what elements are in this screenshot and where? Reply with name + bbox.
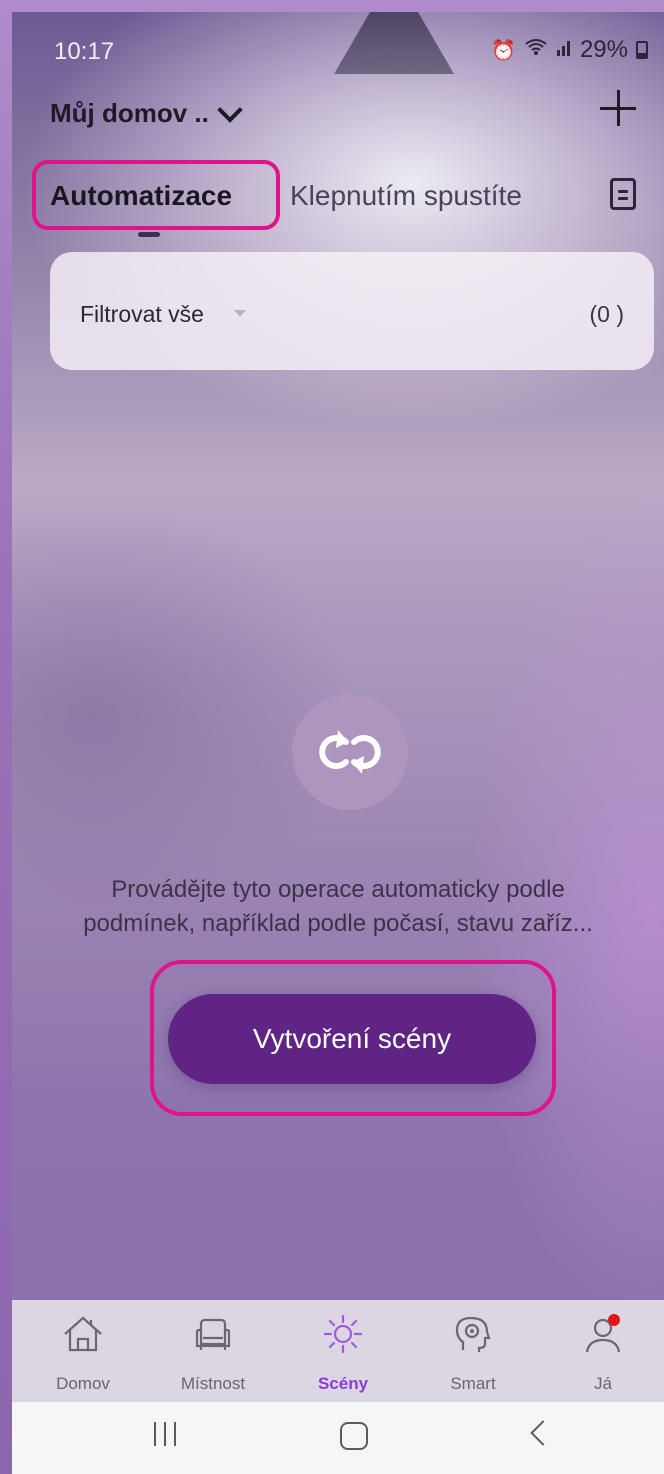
status-bar: 10:17 ⏰ 29% [12, 12, 664, 82]
sun-icon [323, 1314, 363, 1354]
signal-icon [556, 38, 572, 62]
home-name: Můj domov .. [50, 98, 209, 128]
recent-apps-button[interactable] [154, 1422, 176, 1446]
bottom-navigation: Domov Místnost Scény Smart Já [12, 1300, 664, 1402]
highlight-annotation-button [150, 960, 556, 1116]
wifi-icon [524, 38, 548, 62]
nav-item-home[interactable]: Domov [28, 1300, 138, 1402]
nav-item-scenes[interactable]: Scény [288, 1300, 398, 1402]
log-list-icon[interactable] [610, 178, 636, 210]
caret-down-icon [234, 310, 246, 317]
chevron-down-icon [217, 96, 243, 123]
nav-item-room[interactable]: Místnost [158, 1300, 268, 1402]
battery-icon [636, 41, 648, 59]
status-time: 10:17 [54, 38, 115, 65]
filter-count: (0 ) [589, 301, 625, 327]
app-screen: 10:17 ⏰ 29% Můj domov .. Automatizace Kl… [12, 12, 664, 1474]
nav-label-smart: Smart [450, 1374, 496, 1393]
user-icon [585, 1314, 621, 1353]
nav-label-me: Já [594, 1374, 612, 1393]
status-icons: ⏰ 29% [491, 36, 648, 64]
empty-state-text-line2: podmínek, například podle počasí, stavu … [83, 910, 593, 937]
highlight-annotation-tab [32, 160, 280, 230]
nav-label-scenes: Scény [317, 1374, 369, 1393]
automation-loop-icon [292, 694, 408, 810]
plus-icon[interactable] [600, 90, 636, 126]
alarm-icon: ⏰ [491, 39, 516, 62]
home-button[interactable] [340, 1422, 368, 1450]
filter-dropdown[interactable]: Filtrovat vše [80, 301, 204, 328]
filter-card: Filtrovat vše (0 ) [50, 252, 654, 370]
system-nav-bar [12, 1402, 664, 1474]
nav-item-smart[interactable]: Smart [418, 1300, 528, 1402]
back-button[interactable] [530, 1420, 556, 1446]
app-header: Můj domov .. [12, 82, 664, 144]
tab-tap-to-run[interactable]: Klepnutím spustíte [290, 180, 522, 212]
nav-item-me[interactable]: Já [548, 1300, 658, 1402]
brain-gear-icon [455, 1316, 491, 1352]
house-icon [64, 1316, 102, 1352]
battery-percent: 29% [579, 36, 628, 63]
empty-state-text-line1: Provádějte tyto operace automaticky podl… [111, 876, 565, 903]
nav-label-room: Místnost [180, 1374, 246, 1393]
home-selector[interactable]: Můj domov .. [50, 96, 243, 129]
nav-label-home: Domov [56, 1374, 110, 1393]
active-tab-indicator [138, 232, 160, 237]
armchair-icon [195, 1318, 231, 1350]
